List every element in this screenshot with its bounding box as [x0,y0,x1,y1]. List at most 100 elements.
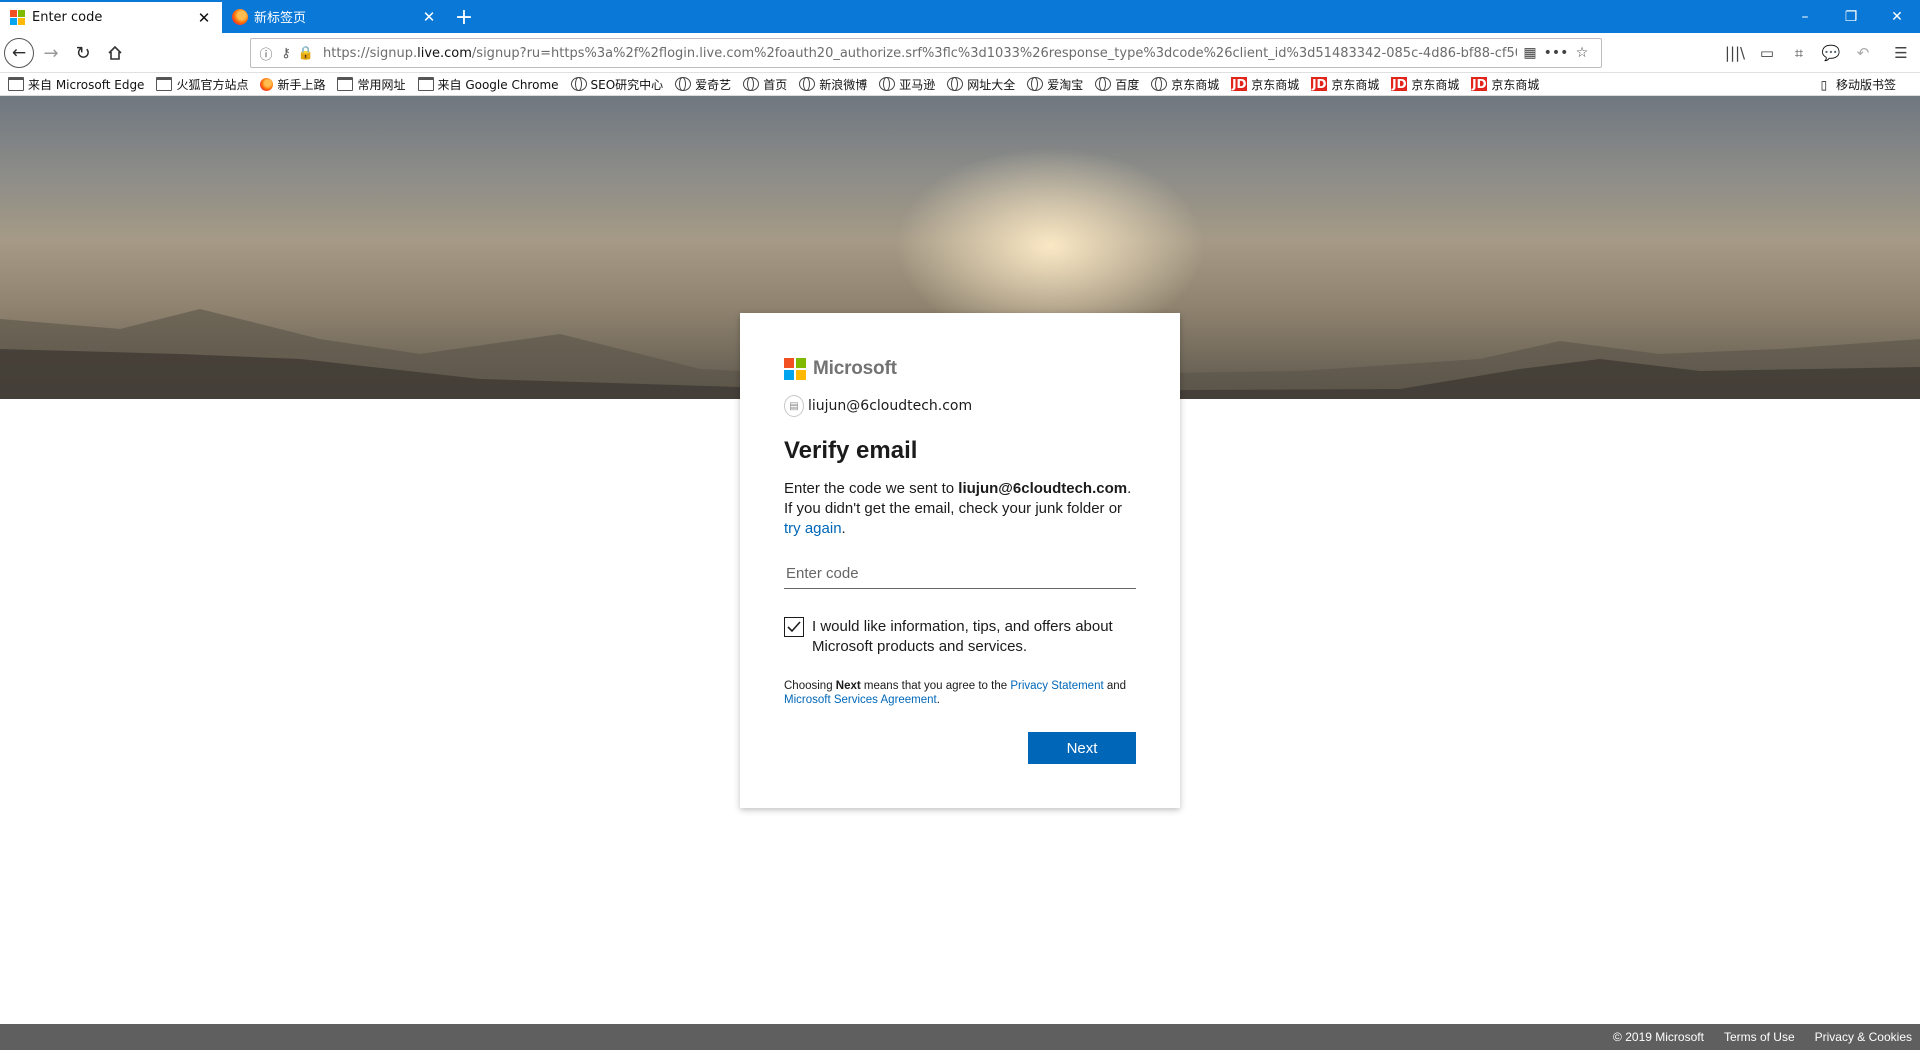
close-tab-icon[interactable]: ✕ [421,8,437,26]
new-tab-plus-icon[interactable]: + [450,3,478,31]
globe-icon [743,77,760,91]
mobile-bookmarks[interactable]: ▯ 移动版书签 [1816,73,1896,96]
tab-title: 新标签页 [254,11,307,26]
terms-link[interactable]: Terms of Use [1724,1030,1795,1044]
bookmark-item[interactable]: 网址大全 [947,76,1015,93]
desc-text: Enter the code we sent to [784,480,959,497]
bookmark-item[interactable]: JD 京东商城 [1311,76,1379,93]
bookmark-item[interactable]: JD 京东商城 [1471,76,1539,93]
folder-icon [156,77,173,91]
optin-checkbox[interactable] [784,617,804,637]
info-icon[interactable]: ⓘ [257,44,275,63]
bookmark-item[interactable]: 新手上路 [260,76,325,93]
bookmark-item[interactable]: 京东商城 [1151,76,1219,93]
bookmark-label: 亚马逊 [899,77,936,92]
bookmark-label: 火狐官方站点 [176,77,249,92]
folder-icon [8,77,24,91]
bookmark-item[interactable]: 亚马逊 [879,76,935,93]
bookmark-item[interactable]: 来自 Google Chrome [417,76,559,93]
firefox-logo-icon [232,8,248,25]
bookmark-label: 京东商城 [1331,77,1380,92]
home-icon[interactable] [100,38,130,68]
jd-icon: JD [1231,77,1248,91]
legal-part: and [1103,680,1127,692]
chat-bubble-icon[interactable]: 💬 [1816,38,1846,68]
close-tab-icon[interactable]: ✕ [196,9,212,27]
tab-title: Enter code [32,10,103,25]
bookmark-label: 首页 [763,77,788,92]
bookmark-label: 百度 [1115,77,1140,92]
globe-icon [570,77,587,91]
address-bar[interactable]: ⓘ ⚷ 🔒 https://signup.live.com/signup?ru=… [250,38,1602,68]
jd-icon: JD [1311,77,1328,91]
url-host: live.com [417,45,472,61]
services-agreement-link[interactable]: Microsoft Services Agreement [784,694,937,706]
tab-enter-code[interactable]: Enter code ✕ [0,0,222,33]
bookmark-label: 京东商城 [1411,77,1460,92]
bookmark-item[interactable]: 来自 Microsoft Edge [8,76,144,93]
bookmark-star-icon[interactable]: ☆ [1569,45,1595,61]
privacy-statement-link[interactable]: Privacy Statement [1010,680,1103,692]
checkmark-icon [787,621,801,633]
bookmark-label: 网址大全 [967,77,1016,92]
optin-label[interactable]: I would like information, tips, and offe… [812,617,1136,657]
desc-text: . [841,520,846,537]
bookmark-item[interactable]: 爱淘宝 [1027,76,1083,93]
close-window-button[interactable]: ✕ [1874,0,1920,33]
bookmark-label: 爱奇艺 [695,77,732,92]
globe-icon [879,77,896,91]
bookmark-label: 新手上路 [277,77,326,92]
globe-icon [1027,77,1044,91]
bookmark-item[interactable]: 火狐官方站点 [156,76,248,93]
bookmark-label: 新浪微博 [819,77,868,92]
bookmark-label: 京东商城 [1171,77,1220,92]
reload-icon[interactable]: ↻ [68,38,98,68]
minimize-button[interactable]: – [1782,0,1828,33]
microsoft-brand: Microsoft [784,357,1136,381]
mobile-bookmarks-label: 移动版书签 [1835,78,1896,92]
menu-hamburger-icon[interactable]: ☰ [1886,38,1916,68]
forward-arrow-icon[interactable]: → [36,38,66,68]
library-icon[interactable]: |||\ [1720,38,1750,68]
bookmark-item[interactable]: 新浪微博 [799,76,867,93]
page-title: Verify email [784,437,918,464]
bookmark-label: 常用网址 [357,77,406,92]
firefox-icon [260,77,274,91]
sidebar-icon[interactable]: ▭ [1752,38,1782,68]
next-button[interactable]: Next [1028,732,1136,764]
bookmarks-toolbar: 来自 Microsoft Edge 火狐官方站点 新手上路 常用网址 来自 Go… [0,73,1920,96]
restore-button[interactable]: ❐ [1828,0,1874,33]
tab-new-tab[interactable]: 新标签页 ✕ [222,0,447,33]
qr-code-icon[interactable]: ▦ [1517,45,1543,61]
bookmark-label: 爱淘宝 [1047,77,1084,92]
screenshot-crop-icon[interactable]: ⌗ [1784,38,1814,68]
back-arrow-icon[interactable]: ← [4,38,34,68]
copyright-text: © 2019 Microsoft [1613,1030,1704,1044]
privacy-cookies-link[interactable]: Privacy & Cookies [1815,1030,1912,1044]
globe-icon [947,77,964,91]
undo-icon[interactable]: ↶ [1848,38,1878,68]
bookmark-item[interactable]: 百度 [1095,76,1139,93]
url-text[interactable]: https://signup.live.com/signup?ru=https%… [323,46,1517,61]
key-icon[interactable]: ⚷ [277,46,295,61]
more-actions-icon[interactable]: ••• [1543,45,1569,61]
bookmark-item[interactable]: 常用网址 [337,76,406,93]
bookmark-item[interactable]: JD 京东商城 [1231,76,1299,93]
bookmark-item[interactable]: JD 京东商城 [1391,76,1459,93]
lock-icon[interactable]: 🔒 [297,46,315,61]
legal-part: means that you agree to the [860,680,1011,692]
legal-bold: Next [835,680,861,692]
code-input[interactable] [784,559,1136,589]
tab-strip: Enter code ✕ 新标签页 ✕ + – ❐ ✕ [0,0,1920,33]
microsoft-logo-icon [10,9,26,26]
bookmark-label: 京东商城 [1251,77,1300,92]
legal-text: Choosing Next means that you agree to th… [784,679,1136,707]
bookmark-item[interactable]: SEO研究中心 [570,76,663,93]
try-again-link[interactable]: try again [784,520,842,537]
bookmark-item[interactable]: 爱奇艺 [675,76,731,93]
bookmark-item[interactable]: 首页 [743,76,787,93]
folder-icon [417,77,434,91]
legal-part: Choosing [784,680,836,692]
identity-email: liujun@6cloudtech.com [808,398,973,414]
brand-wordmark: Microsoft [813,358,897,379]
